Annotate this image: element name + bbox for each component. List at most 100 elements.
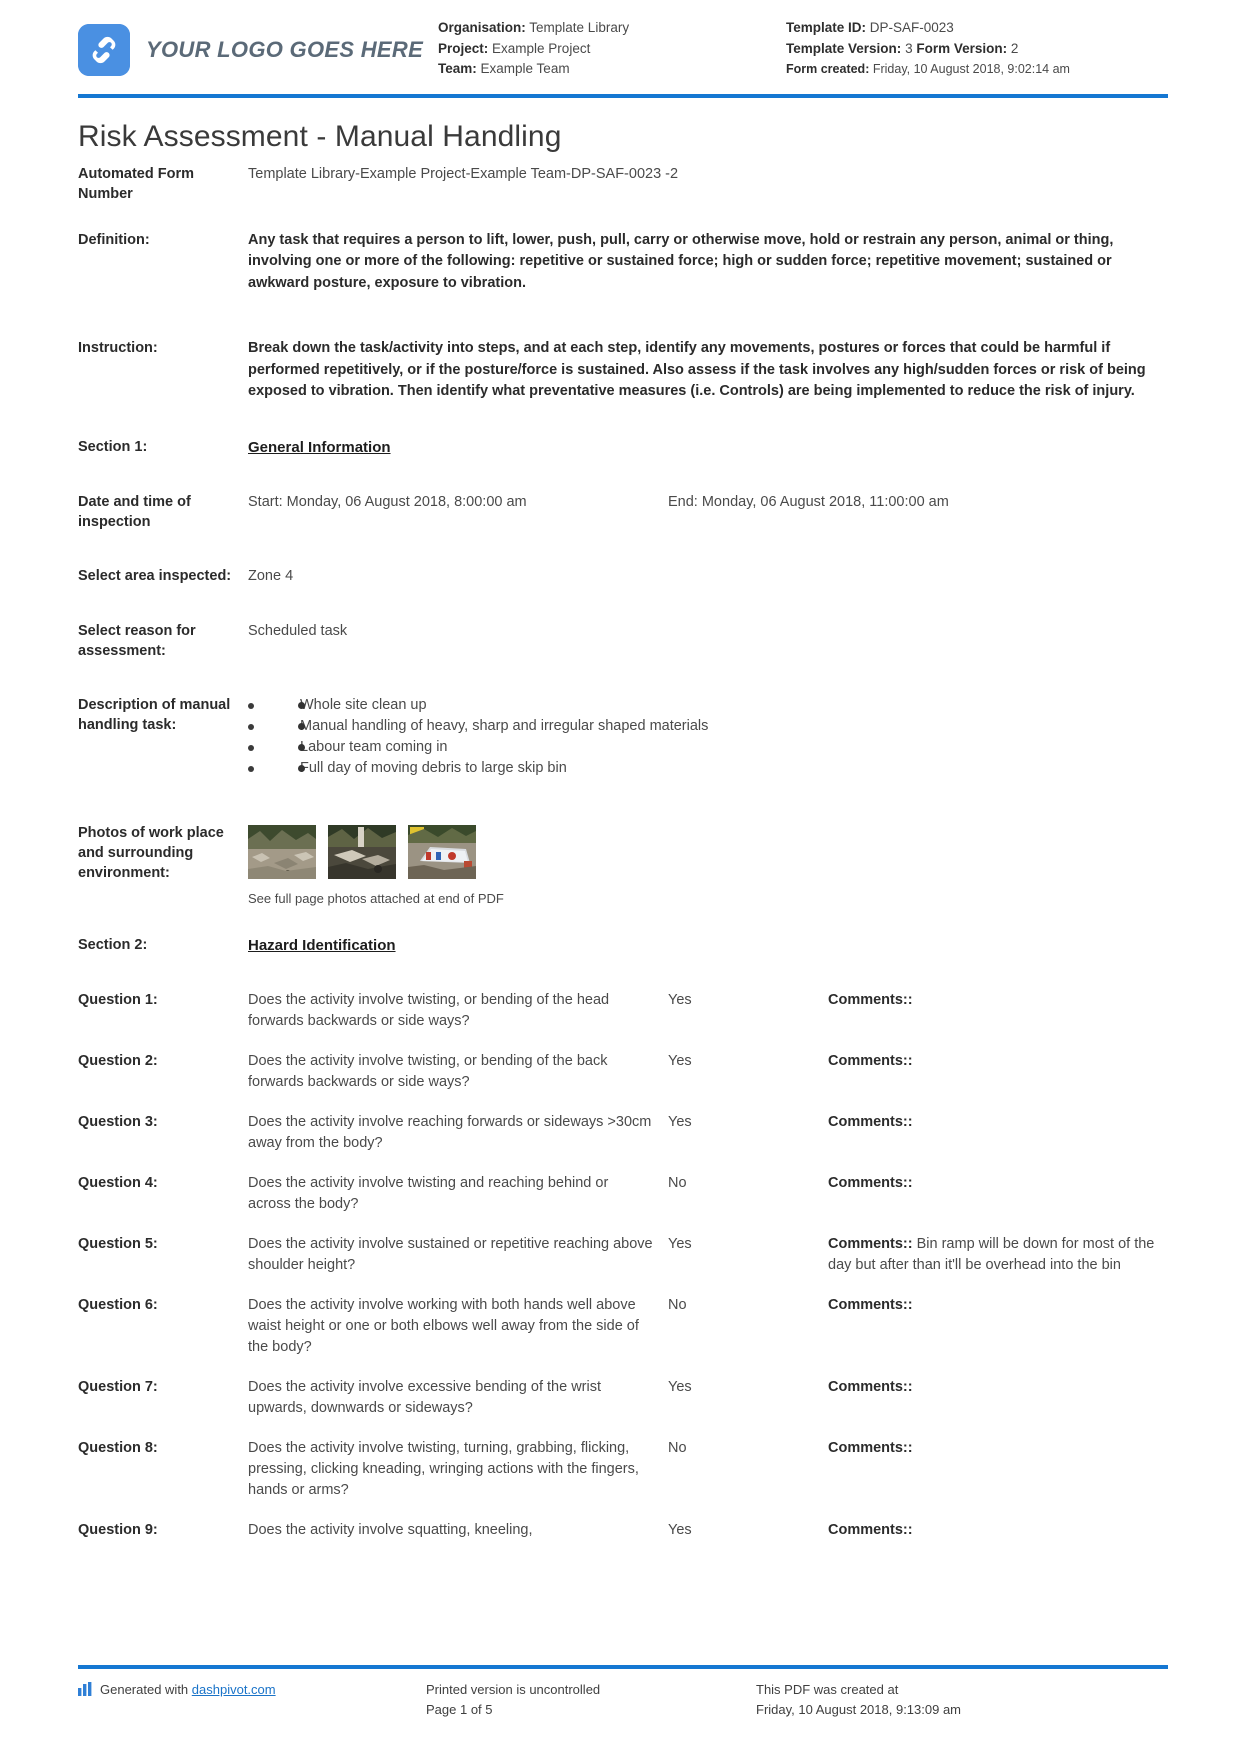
question-answer: No <box>668 1296 687 1313</box>
document-page: YOUR LOGO GOES HERE Organisation: Templa… <box>0 0 1240 1754</box>
definition-value: Any task that requires a person to lift,… <box>248 231 1114 291</box>
footer-page-number: Page 1 of 5 <box>426 1702 493 1717</box>
question-comments: Comments:: <box>828 990 1168 1011</box>
footer-created-date: Friday, 10 August 2018, 9:13:09 am <box>756 1702 962 1717</box>
question-answer: Yes <box>668 1113 692 1130</box>
list-item: Labour team coming in <box>248 737 1168 758</box>
question-label: Question 7: <box>78 1378 158 1395</box>
comments-label: Comments:: <box>828 1052 913 1069</box>
field-select-reason: Select reason for assessment: Scheduled … <box>78 621 1168 661</box>
question-comments: Comments:: <box>828 1377 1168 1398</box>
photo-thumbnail-list <box>248 824 1168 879</box>
meta-form-version-label: Form Version: <box>916 40 1008 56</box>
inspection-end-value: End: Monday, 06 August 2018, 11:00:00 am <box>668 493 949 510</box>
question-comments: Comments:: Bin ramp will be down for mos… <box>828 1234 1168 1276</box>
meta-project: Project: Example Project <box>438 39 786 60</box>
footer-created-info: This PDF was created at Friday, 10 Augus… <box>756 1680 1168 1720</box>
question-text: Does the activity involve squatting, kne… <box>248 1521 533 1538</box>
section-1-heading: General Information <box>248 438 391 456</box>
dashpivot-link[interactable]: dashpivot.com <box>192 1682 276 1697</box>
question-label: Question 2: <box>78 1052 158 1069</box>
meta-template-id-label: Template ID: <box>786 20 867 35</box>
field-definition: Definition: Any task that requires a per… <box>78 230 1168 295</box>
footer-print-notice: Printed version is uncontrolled Page 1 o… <box>426 1680 756 1720</box>
bullet-icon <box>298 764 305 772</box>
question-text: Does the activity involve twisting and r… <box>248 1174 609 1212</box>
table-row: Question 3: Does the activity involve re… <box>78 1112 1168 1154</box>
hazard-question-list: Question 1: Does the activity involve tw… <box>78 990 1168 1541</box>
meta-template-version-value: 3 <box>905 40 913 56</box>
question-label: Question 9: <box>78 1521 158 1538</box>
section-2-heading: Hazard Identification <box>248 936 396 954</box>
meta-template-id-value: DP-SAF-0023 <box>869 20 954 35</box>
table-row: Question 8: Does the activity involve tw… <box>78 1438 1168 1501</box>
list-item: Whole site clean up <box>248 695 1168 716</box>
footer-generated-text: Generated with dashpivot.com <box>100 1680 276 1700</box>
table-row: Question 6: Does the activity involve wo… <box>78 1295 1168 1358</box>
meta-team-value: Example Team <box>480 61 570 76</box>
question-label: Question 1: <box>78 991 158 1008</box>
list-item-text: Labour team coming in <box>300 738 448 755</box>
question-text: Does the activity involve excessive bend… <box>248 1378 602 1416</box>
question-text: Does the activity involve twisting, turn… <box>248 1439 639 1498</box>
photo-thumbnail[interactable] <box>328 824 396 879</box>
question-label: Question 3: <box>78 1113 158 1130</box>
table-row: Question 7: Does the activity involve ex… <box>78 1377 1168 1419</box>
photos-label: Photos of work place and surrounding env… <box>78 824 224 881</box>
meta-team: Team: Example Team <box>438 59 786 80</box>
comments-label: Comments:: <box>828 991 913 1008</box>
comments-label: Comments:: <box>828 1174 913 1191</box>
list-item-text: Full day of moving debris to large skip … <box>300 759 567 776</box>
table-row: Question 1: Does the activity involve tw… <box>78 990 1168 1032</box>
photo-thumbnail[interactable] <box>248 824 316 879</box>
meta-template-id: Template ID: DP-SAF-0023 <box>786 18 1168 39</box>
description-label: Description of manual handling task: <box>78 696 231 733</box>
list-item-text: Manual handling of heavy, sharp and irre… <box>300 717 709 734</box>
question-comments: Comments:: <box>828 1051 1168 1072</box>
logo-block: YOUR LOGO GOES HERE <box>78 18 438 76</box>
comments-label: Comments:: <box>828 1296 913 1313</box>
meta-team-label: Team: <box>438 61 477 76</box>
photos-caption: See full page photos attached at end of … <box>248 890 504 906</box>
meta-form-version-value: 2 <box>1010 40 1019 56</box>
comments-label: Comments:: <box>828 1113 913 1130</box>
generated-prefix: Generated with <box>100 1682 192 1697</box>
table-row: Question 4: Does the activity involve tw… <box>78 1173 1168 1215</box>
select-reason-label: Select reason for assessment: <box>78 622 196 659</box>
field-instruction: Instruction: Break down the task/activit… <box>78 338 1168 403</box>
instruction-label: Instruction: <box>78 340 158 356</box>
question-comments: Comments:: <box>828 1112 1168 1133</box>
question-answer: Yes <box>668 1235 692 1252</box>
company-logo-icon <box>78 24 130 76</box>
header-meta-right: Template ID: DP-SAF-0023 Template Versio… <box>786 18 1168 80</box>
question-answer: Yes <box>668 1052 692 1069</box>
section-2-label: Section 2: <box>78 936 148 953</box>
inspection-start-value: Start: Monday, 06 August 2018, 8:00:00 a… <box>248 493 527 510</box>
question-answer: No <box>668 1174 687 1191</box>
question-comments: Comments:: <box>828 1520 1168 1541</box>
question-text: Does the activity involve sustained or r… <box>248 1235 653 1273</box>
question-label: Question 8: <box>78 1439 158 1456</box>
question-answer: Yes <box>668 1378 692 1395</box>
table-row: Question 9: Does the activity involve sq… <box>78 1520 1168 1541</box>
question-answer: No <box>668 1439 687 1456</box>
meta-form-created-label: Form created: <box>786 62 870 76</box>
document-body: Risk Assessment - Manual Handling Automa… <box>0 120 1240 1541</box>
page-footer: Generated with dashpivot.com Printed ver… <box>0 1665 1240 1720</box>
bar-chart-icon <box>78 1682 93 1702</box>
bullet-icon <box>298 701 305 709</box>
question-text: Does the activity involve working with b… <box>248 1296 639 1355</box>
meta-organisation-value: Template Library <box>529 20 630 35</box>
date-time-label: Date and time of inspection <box>78 493 191 530</box>
field-photos: Photos of work place and surrounding env… <box>78 823 1168 909</box>
footer-created-label: This PDF was created at <box>756 1682 899 1697</box>
question-answer: Yes <box>668 1521 692 1538</box>
question-text: Does the activity involve twisting, or b… <box>248 991 610 1029</box>
photo-thumbnail[interactable] <box>408 824 476 879</box>
meta-organisation-label: Organisation: <box>438 20 526 35</box>
comments-label: Comments:: <box>828 1521 913 1538</box>
logo-text: YOUR LOGO GOES HERE <box>146 37 424 62</box>
automated-form-number-label: Automated Form Number <box>78 165 194 202</box>
instruction-value: Break down the task/activity into steps,… <box>248 340 1146 399</box>
field-description-of-task: Description of manual handling task: Who… <box>78 695 1168 779</box>
